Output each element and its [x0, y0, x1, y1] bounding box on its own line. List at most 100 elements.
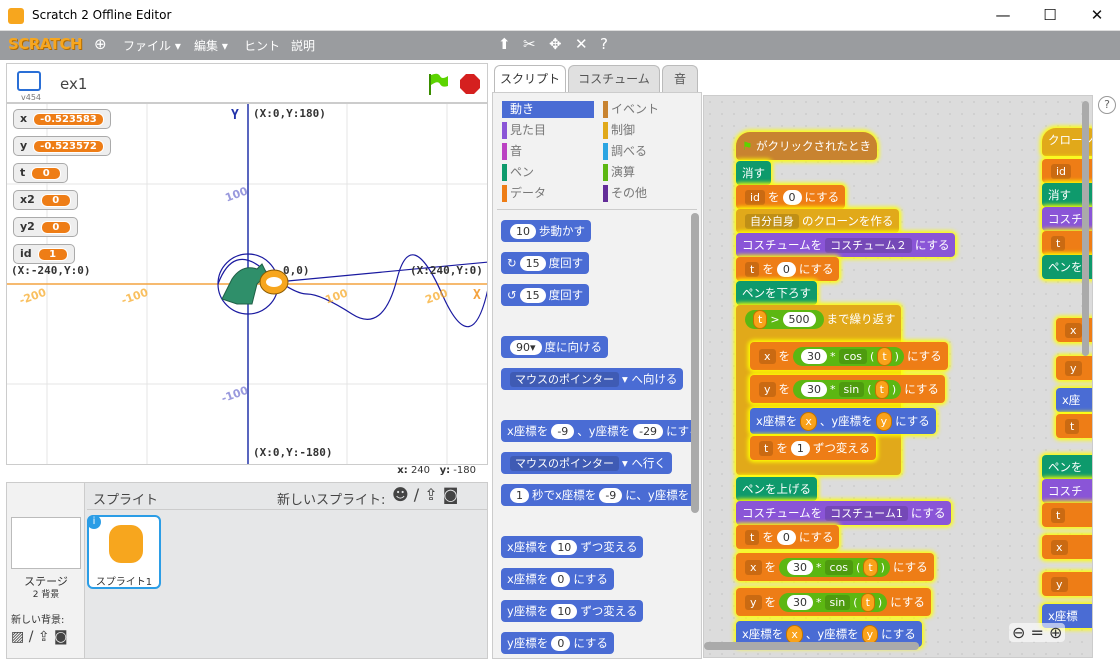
maximize-button[interactable]: ☐ — [1027, 0, 1073, 31]
monitor-x2[interactable]: x2 0 — [13, 190, 78, 210]
palette-scrollbar[interactable] — [691, 213, 699, 513]
block-switch-costume[interactable]: コスチュームを コスチューム２ にする — [736, 233, 956, 257]
block-set-y-2[interactable]: y を 30 * sin(t) にする — [736, 588, 931, 616]
help-icon[interactable]: ? — [600, 35, 608, 53]
monitor-y[interactable]: y -0.523572 — [13, 136, 111, 156]
minimize-button[interactable]: — — [980, 0, 1026, 31]
menu-hint[interactable]: ヒント — [244, 37, 280, 54]
category-more[interactable]: その他 — [603, 185, 693, 202]
block-set-x[interactable]: x座標を 0 にする — [501, 568, 614, 590]
block-right-y[interactable]: y — [1056, 356, 1092, 380]
category-pen[interactable]: ペン — [502, 164, 592, 181]
block-right-pen-up[interactable]: ペンを — [1042, 455, 1092, 479]
tab-sounds[interactable]: 音 — [662, 65, 698, 93]
block-when-flag-clicked[interactable]: ⚑ がクリックされたとき — [736, 132, 877, 160]
paint-brush-icon[interactable]: / — [29, 629, 34, 645]
duplicate-stamp-icon[interactable]: ⬆ — [498, 35, 511, 53]
block-right-costume-2[interactable]: コスチ — [1042, 479, 1092, 503]
category-operators[interactable]: 演算 — [603, 164, 693, 181]
menu-about[interactable]: 説明 — [291, 37, 315, 54]
monitor-y2[interactable]: y2 0 — [13, 217, 78, 237]
left-coord-label: (X:-240,Y:0) — [11, 264, 91, 277]
monitor-x[interactable]: x -0.523583 — [13, 109, 111, 129]
project-title[interactable]: ex1 — [60, 75, 87, 93]
zoom-out-icon[interactable]: ⊖ — [1012, 623, 1025, 642]
close-button[interactable]: ✕ — [1074, 0, 1120, 31]
camera-icon[interactable]: ◙ — [54, 629, 68, 645]
block-pen-down[interactable]: ペンを下ろす — [736, 281, 817, 305]
block-goto-xy[interactable]: x座標を-9、y座標を-29にする — [501, 420, 695, 442]
shrink-icon[interactable]: ✕ — [575, 35, 588, 53]
category-looks[interactable]: 見た目 — [502, 122, 592, 139]
cat-icon — [109, 525, 143, 563]
help-sidebar: ? — [1093, 88, 1120, 659]
block-point-direction[interactable]: 90▾ 度に向ける — [501, 336, 609, 358]
zoom-in-icon[interactable]: ⊕ — [1049, 623, 1062, 642]
globe-icon[interactable]: ⊕ — [94, 35, 107, 53]
category-control[interactable]: 制御 — [603, 122, 693, 139]
block-glide[interactable]: 1 秒でx座標を -9 に、y座標を — [501, 484, 695, 506]
editor-tabs: スクリプト コスチューム 音 — [492, 63, 702, 93]
block-point-towards[interactable]: マウスのポインター ▾ へ向ける — [501, 368, 684, 390]
block-right-t-2[interactable]: t — [1042, 503, 1092, 527]
scripts-area[interactable]: ⚑ がクリックされたとき 消す id を 0 にする 自分自身 のクローンを作る コスチ… — [703, 95, 1093, 658]
upload-sprite-icon[interactable]: ⇪ — [424, 485, 437, 504]
horizontal-scrollbar[interactable] — [704, 642, 919, 650]
block-goto[interactable]: マウスのポインター ▾ へ行く — [501, 452, 672, 474]
sprite-thumbnail[interactable]: i スプライト1 — [87, 515, 161, 589]
block-right-x-2[interactable]: x — [1042, 535, 1092, 559]
block-right-y-2[interactable]: y — [1042, 572, 1092, 596]
block-set-id[interactable]: id を 0 にする — [736, 185, 846, 209]
tab-scripts[interactable]: スクリプト — [494, 65, 566, 93]
paint-sprite-icon[interactable]: / — [414, 485, 419, 504]
grow-icon[interactable]: ✥ — [549, 35, 562, 53]
green-flag-icon[interactable] — [427, 72, 449, 96]
category-data[interactable]: データ — [502, 185, 592, 202]
block-set-y[interactable]: y を 30 * sin(t) にする — [750, 375, 945, 403]
block-set-y[interactable]: y座標を 0 にする — [501, 632, 614, 654]
monitor-t[interactable]: t0 — [13, 163, 69, 183]
block-set-t[interactable]: t を 0 にする — [736, 257, 840, 281]
block-set-x[interactable]: x を 30 * cos(t) にする — [750, 342, 948, 370]
block-change-t[interactable]: t を 1 ずつ変える — [750, 436, 876, 460]
help-icon[interactable]: ? — [1098, 96, 1116, 114]
vertical-scrollbar[interactable] — [1082, 101, 1089, 356]
block-pen-up[interactable]: ペンを上げる — [736, 477, 817, 501]
category-sensing[interactable]: 調べる — [603, 143, 693, 160]
category-motion[interactable]: 動き — [502, 101, 594, 118]
menu-file[interactable]: ファイル ▾ — [123, 37, 181, 54]
category-events[interactable]: イベント — [603, 101, 693, 118]
menu-edit[interactable]: 編集 ▾ — [194, 37, 228, 54]
block-create-clone[interactable]: 自分自身 のクローンを作る — [736, 209, 900, 233]
category-sound[interactable]: 音 — [502, 143, 592, 160]
upload-icon[interactable]: ⇪ — [38, 629, 50, 645]
window-titlebar: Scratch 2 Offline Editor — ☐ ✕ — [0, 0, 1120, 31]
stage-canvas[interactable]: x -0.523583 y -0.523572 t0 x2 0 y2 0 id 1 Y (… — [6, 103, 488, 465]
block-turn-right[interactable]: ↻ 15 度回す — [501, 252, 590, 274]
stage-thumbnail[interactable] — [11, 517, 81, 569]
block-change-x[interactable]: x座標を 10 ずつ変える — [501, 536, 644, 558]
zoom-reset-icon[interactable]: = — [1031, 623, 1044, 642]
block-set-t-2[interactable]: t を 0 にする — [736, 525, 840, 549]
sprite-library-icon[interactable]: ☻ — [392, 485, 409, 504]
block-change-y[interactable]: y座標を 10 ずつ変える — [501, 600, 644, 622]
block-right-goto[interactable]: x座 — [1056, 388, 1092, 412]
block-turn-left[interactable]: ↺ 15 度回す — [501, 284, 590, 306]
info-icon[interactable]: i — [87, 515, 101, 529]
cut-icon[interactable]: ✂ — [523, 35, 536, 53]
tab-costumes[interactable]: コスチューム — [568, 65, 660, 93]
block-goto-xy[interactable]: x座標を x 、y座標を y にする — [750, 408, 936, 434]
camera-sprite-icon[interactable]: ◙ — [443, 485, 459, 504]
block-right-change-t[interactable]: t — [1056, 414, 1092, 438]
scratch-logo[interactable]: SCRATCH — [8, 35, 83, 53]
monitor-id[interactable]: id 1 — [13, 244, 75, 264]
block-clear[interactable]: 消す — [736, 161, 771, 185]
x-axis-label: X — [473, 288, 481, 303]
block-switch-costume-1[interactable]: コスチュームを コスチューム1 にする — [736, 501, 952, 525]
stop-icon[interactable] — [459, 73, 481, 95]
paint-library-icon[interactable]: ▨ — [11, 629, 24, 645]
block-set-x-2[interactable]: x を 30 * cos(t) にする — [736, 553, 934, 581]
sprite-label: スプライト1 — [95, 577, 153, 588]
fullscreen-icon[interactable] — [17, 71, 41, 91]
block-move[interactable]: 10 歩動かす — [501, 220, 591, 242]
